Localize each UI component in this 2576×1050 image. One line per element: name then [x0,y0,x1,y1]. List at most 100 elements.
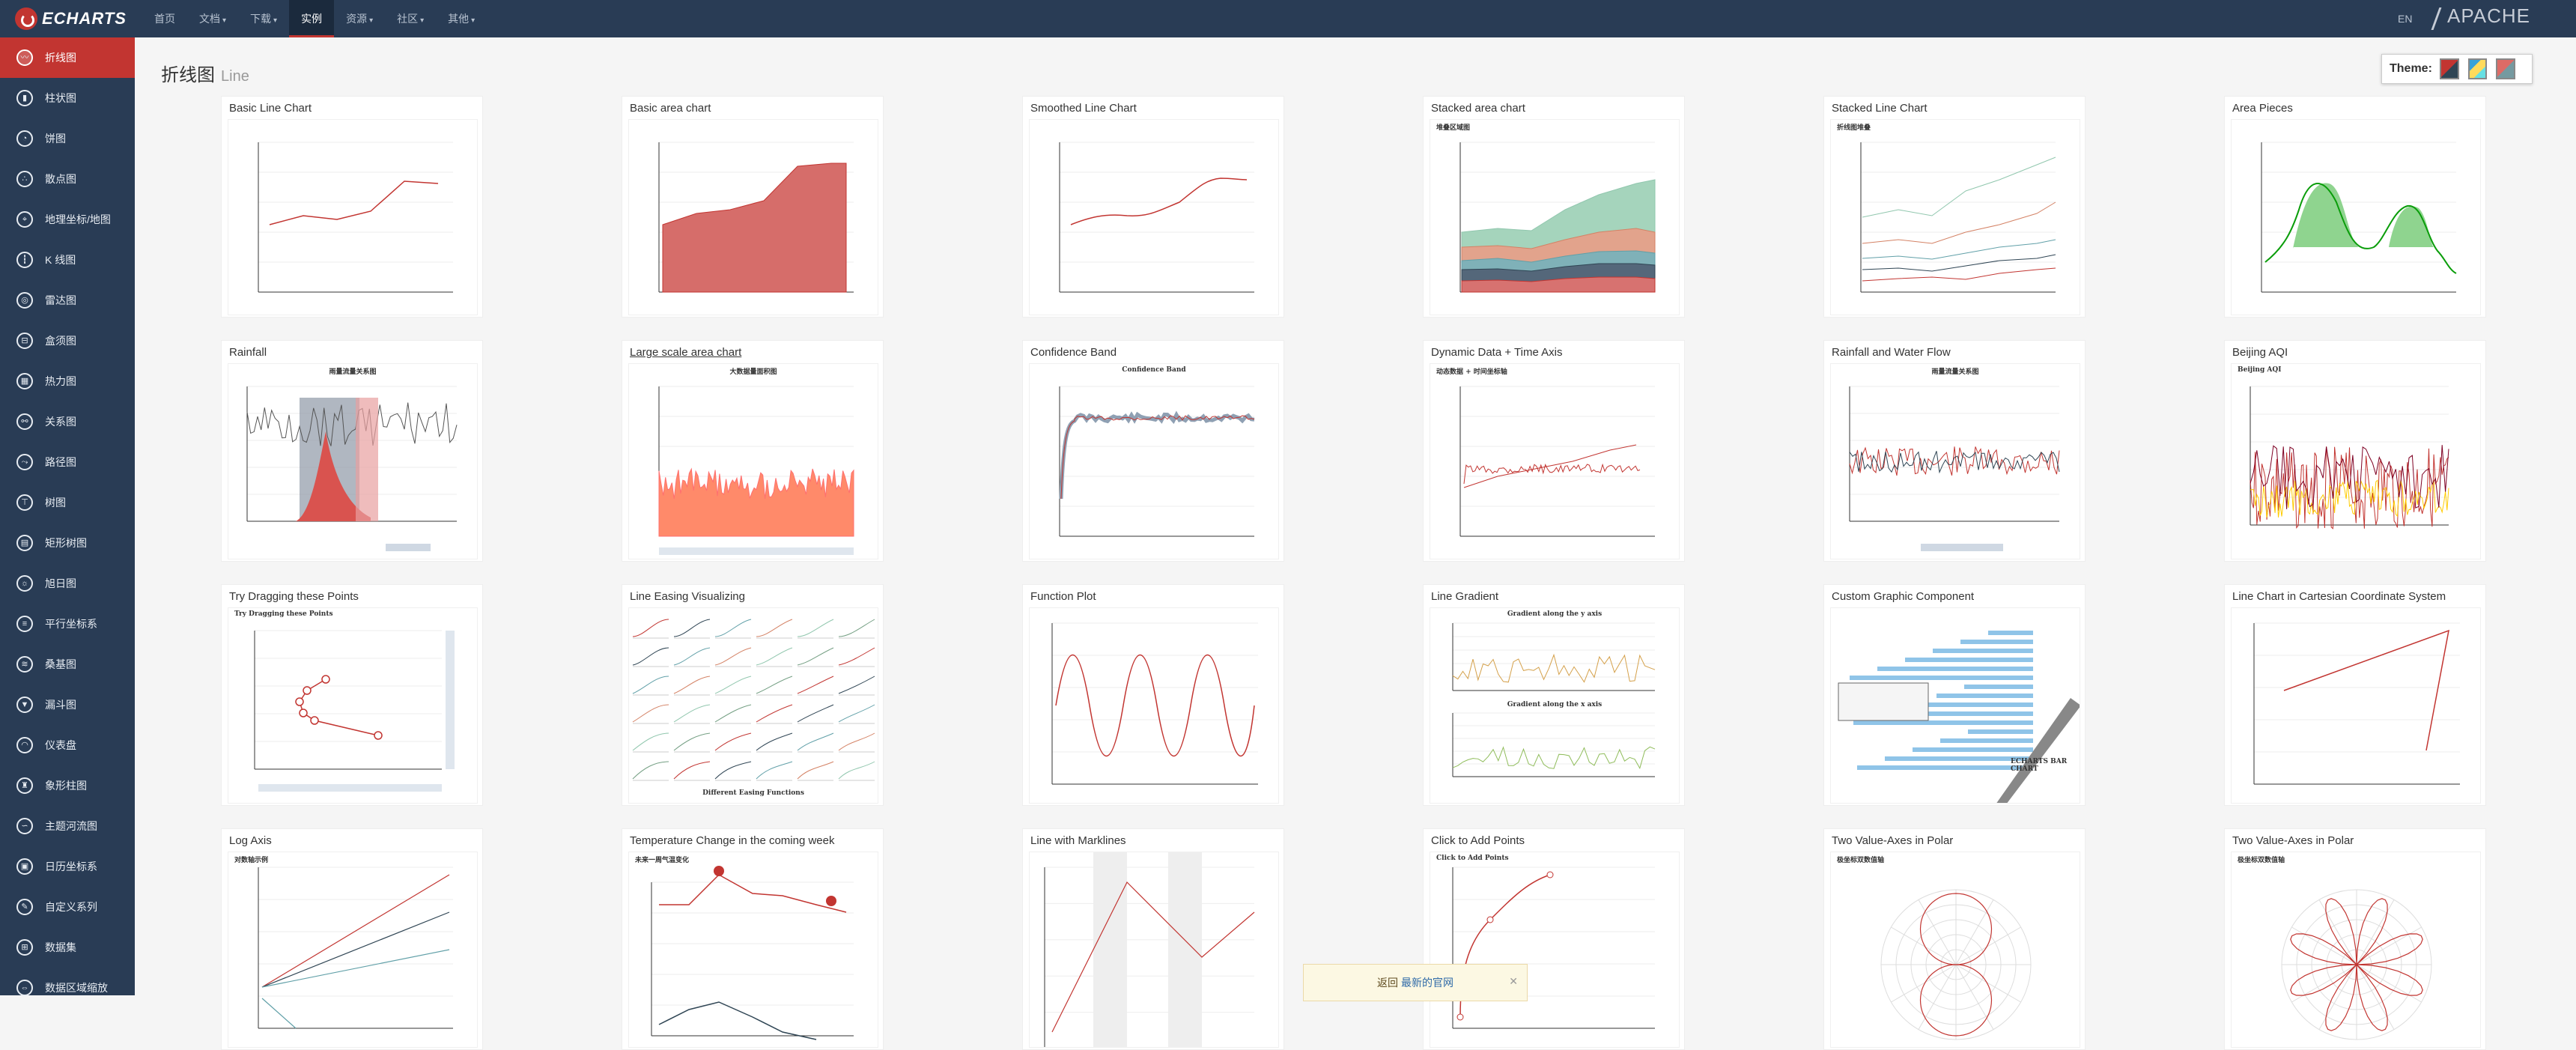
example-card[interactable]: Line Chart in Cartesian Coordinate Syste… [2224,584,2486,806]
nav-item-1[interactable]: 文档 ▾ [187,0,238,37]
example-card-title[interactable]: Line Chart in Cartesian Coordinate Syste… [2232,590,2446,603]
example-card[interactable]: Log Axis 对数轴示例 [221,828,483,1050]
example-card-title[interactable]: Large scale area chart [630,346,741,359]
sidebar-item-15[interactable]: ≋ 桑基图 [0,644,135,685]
example-thumbnail[interactable]: Click to Add Points [1430,852,1680,1048]
theme-swatch-dark[interactable] [2496,58,2516,79]
example-thumbnail[interactable]: Different Easing Functions [628,607,878,804]
example-card-title[interactable]: Rainfall [229,346,267,359]
theme-swatch-default[interactable] [2439,58,2459,79]
example-card-title[interactable]: Basic area chart [630,102,711,115]
example-card[interactable]: Line Gradient Gradient along the y axis Gr… [1423,584,1685,806]
example-card-title[interactable]: Two Value-Axes in Polar [1832,834,1953,847]
apache-logo[interactable]: APACHE [2431,4,2530,30]
example-card[interactable]: Line Easing Visualizing Different Easing … [622,584,884,806]
example-card[interactable]: Confidence Band Confidence Band [1022,340,1284,562]
example-card[interactable]: Stacked area chart 堆叠区域图 [1423,96,1685,318]
sidebar-item-23[interactable]: ⇔ 数据区域缩放 [0,968,135,1008]
example-card[interactable]: Basic area chart [622,96,884,318]
example-card[interactable]: Beijing AQI Beijing AQI [2224,340,2486,562]
example-thumbnail[interactable] [228,119,478,315]
example-thumbnail[interactable]: ECHARTS BAR CHART [1830,607,2080,804]
example-card[interactable]: Temperature Change in the coming week 未来一… [622,828,884,1050]
notice-link[interactable]: 最新的官网 [1401,975,1453,990]
example-thumbnail[interactable] [1029,607,1279,804]
sidebar-item-2[interactable]: ◔ 饼图 [0,118,135,159]
example-card[interactable]: Try Dragging these Points Try Dragging th… [221,584,483,806]
example-thumbnail[interactable]: Gradient along the y axis Gradient along … [1430,607,1680,804]
example-thumbnail[interactable]: 折线图堆叠 [1830,119,2080,315]
example-card[interactable]: Click to Add Points Click to Add Points [1423,828,1685,1050]
example-thumbnail[interactable] [2231,607,2481,804]
example-thumbnail[interactable]: Try Dragging these Points [228,607,478,804]
example-thumbnail[interactable]: 堆叠区域图 [1430,119,1680,315]
example-thumbnail[interactable] [1029,852,1279,1048]
example-card[interactable]: Dynamic Data + Time Axis 动态数据 + 时间坐标轴 [1423,340,1685,562]
sidebar-item-11[interactable]: ⊤ 树图 [0,482,135,523]
example-thumbnail[interactable]: 大数据量面积图 [628,363,878,559]
example-card-title[interactable]: Line Easing Visualizing [630,590,745,603]
nav-item-4[interactable]: 资源 ▾ [334,0,385,37]
example-thumbnail[interactable]: 极坐标双数值轴 [2231,852,2481,1048]
example-card-title[interactable]: Log Axis [229,834,272,847]
example-card-title[interactable]: Dynamic Data + Time Axis [1431,346,1562,359]
example-card-title[interactable]: Rainfall and Water Flow [1832,346,1951,359]
example-card-title[interactable]: Function Plot [1030,590,1096,603]
language-switch[interactable]: EN [2398,0,2412,37]
example-card-title[interactable]: Basic Line Chart [229,102,312,115]
nav-item-2[interactable]: 下载 ▾ [238,0,289,37]
example-card-title[interactable]: Custom Graphic Component [1832,590,1974,603]
sidebar-item-17[interactable]: ◠ 仪表盘 [0,725,135,765]
nav-item-0[interactable]: 首页 [142,0,187,37]
sidebar-item-8[interactable]: ▦ 热力图 [0,361,135,401]
example-thumbnail[interactable] [1029,119,1279,315]
nav-item-5[interactable]: 社区 ▾ [385,0,436,37]
sidebar-item-18[interactable]: ♜ 象形柱图 [0,765,135,806]
sidebar-item-9[interactable]: ⚯ 关系图 [0,401,135,442]
example-card[interactable]: Rainfall and Water Flow 雨量流量关系图 [1823,340,2086,562]
sidebar-item-6[interactable]: ◎ 雷达图 [0,280,135,321]
sidebar-item-22[interactable]: ⊞ 数据集 [0,927,135,968]
example-card[interactable]: Custom Graphic Component ECHARTS BAR CHAR… [1823,584,2086,806]
example-card-title[interactable]: Line with Marklines [1030,834,1126,847]
sidebar-item-14[interactable]: ≡ 平行坐标系 [0,604,135,644]
example-thumbnail[interactable] [628,119,878,315]
example-card-title[interactable]: Stacked Line Chart [1832,102,1928,115]
example-card-title[interactable]: Confidence Band [1030,346,1117,359]
example-card-title[interactable]: Area Pieces [2232,102,2293,115]
sidebar-item-4[interactable]: ⌖ 地理坐标/地图 [0,199,135,240]
example-thumbnail[interactable]: 对数轴示例 [228,852,478,1048]
example-thumbnail[interactable]: 极坐标双数值轴 [1830,852,2080,1048]
example-thumbnail[interactable]: Confidence Band [1029,363,1279,559]
example-thumbnail[interactable]: 雨量流量关系图 [228,363,478,559]
example-card[interactable]: Rainfall 雨量流量关系图 [221,340,483,562]
sidebar-item-19[interactable]: ∽ 主题河流图 [0,806,135,846]
example-card-title[interactable]: Click to Add Points [1431,834,1525,847]
example-card-title[interactable]: Beijing AQI [2232,346,2288,359]
sidebar-item-20[interactable]: ▣ 日历坐标系 [0,846,135,887]
example-card[interactable]: Basic Line Chart [221,96,483,318]
example-card[interactable]: Function Plot [1022,584,1284,806]
sidebar-item-21[interactable]: ✎ 自定义系列 [0,887,135,927]
example-card-title[interactable]: Temperature Change in the coming week [630,834,835,847]
example-thumbnail[interactable]: 动态数据 + 时间坐标轴 [1430,363,1680,559]
example-card-title[interactable]: Smoothed Line Chart [1030,102,1137,115]
example-card-title[interactable]: Line Gradient [1431,590,1498,603]
example-card[interactable]: Area Pieces [2224,96,2486,318]
nav-item-6[interactable]: 其他 ▾ [436,0,487,37]
sidebar-item-7[interactable]: ⊟ 盒须图 [0,321,135,361]
example-card[interactable]: Smoothed Line Chart [1022,96,1284,318]
example-thumbnail[interactable]: 雨量流量关系图 [1830,363,2080,559]
example-thumbnail[interactable]: 未来一周气温变化 [628,852,878,1048]
sidebar-item-5[interactable]: ┇ K 线图 [0,240,135,280]
example-card[interactable]: Two Value-Axes in Polar 极坐标双数值轴 [1823,828,2086,1050]
example-card-title[interactable]: Two Value-Axes in Polar [2232,834,2354,847]
example-card[interactable]: Line with Marklines [1022,828,1284,1050]
example-card[interactable]: Stacked Line Chart 折线图堆叠 [1823,96,2086,318]
sidebar-item-10[interactable]: ⤳ 路径图 [0,442,135,482]
close-icon[interactable]: ✕ [1509,975,1518,988]
echarts-logo[interactable]: ECHARTS [15,7,127,30]
example-card-title[interactable]: Try Dragging these Points [229,590,359,603]
sidebar-item-1[interactable]: ▮ 柱状图 [0,78,135,118]
sidebar-item-0[interactable]: 〰折线图 [0,37,135,78]
